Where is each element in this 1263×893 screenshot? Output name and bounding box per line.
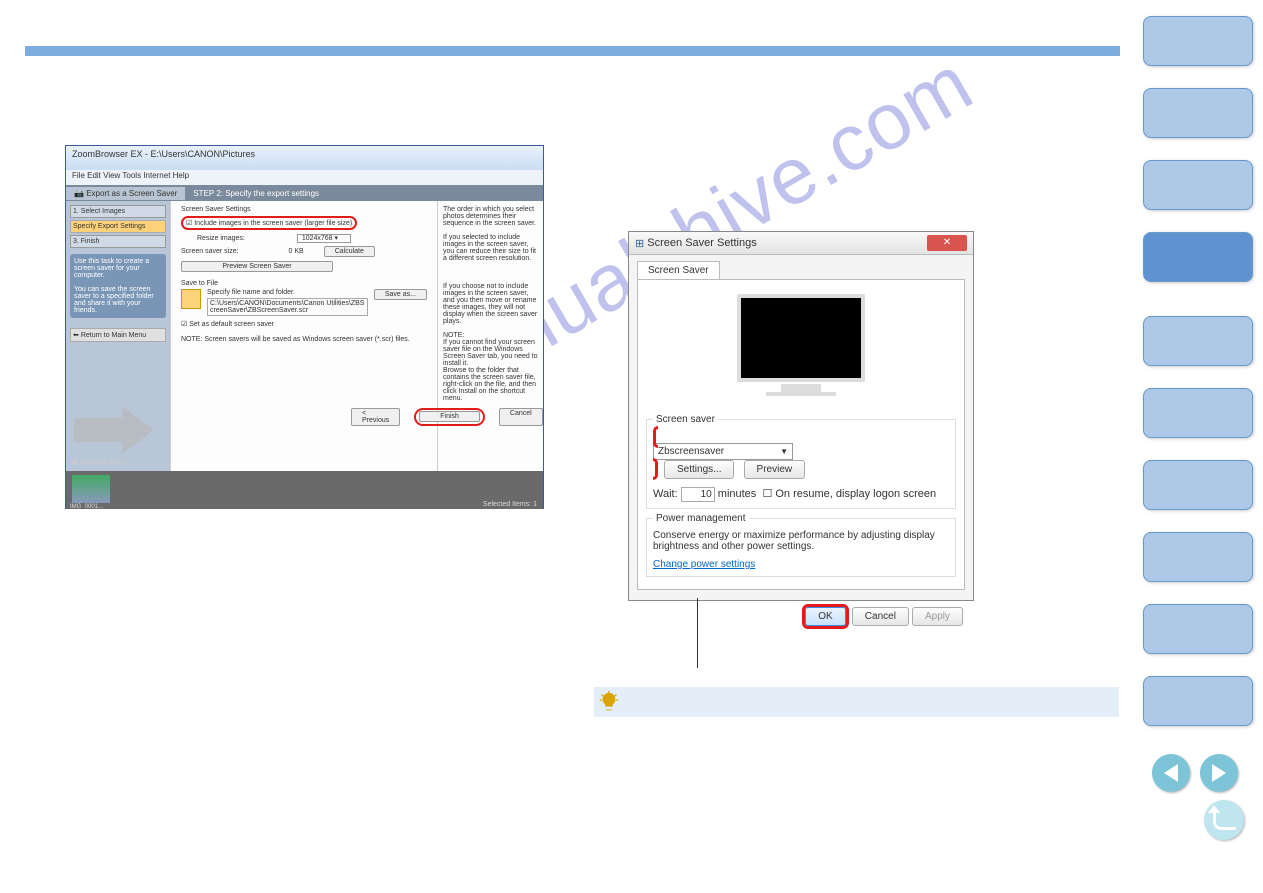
side-tab-7[interactable] — [1143, 460, 1253, 510]
zb-status: Selected Items: 1 — [483, 501, 537, 508]
ss-tab[interactable]: Screen Saver — [637, 261, 720, 279]
zb-section1-title: Screen Saver Settings — [181, 206, 427, 213]
zb-preview-button[interactable]: Preview Screen Saver — [181, 261, 333, 272]
zb-rtext2: If you selected to include images in the… — [443, 234, 538, 262]
zb-menubar[interactable]: File Edit View Tools Internet Help — [66, 170, 543, 185]
zb-note: NOTE: Screen savers will be saved as Win… — [181, 336, 427, 343]
screensaver-dialog: ⊞ Screen Saver Settings ✕ Screen Saver S… — [628, 231, 974, 601]
zb-step2[interactable]: Specify Export Settings — [70, 220, 166, 233]
next-page-button[interactable] — [1200, 754, 1238, 792]
folder-icon — [181, 289, 201, 309]
side-tab-1[interactable] — [1143, 16, 1253, 66]
ss-apply-button: Apply — [912, 607, 963, 626]
zb-left-panel: 1. Select Images Specify Export Settings… — [66, 201, 170, 471]
ss-wait-spinner[interactable]: 10 — [681, 487, 715, 502]
zb-return-main[interactable]: ⬅ Return to Main Menu — [70, 328, 166, 342]
zb-include-checkbox-highlight: ☑ Include images in the screen saver (la… — [181, 216, 357, 230]
zb-rnote: If you cannot find your screen saver fil… — [443, 339, 538, 402]
ss-resume-checkbox[interactable]: ☐ On resume, display logon screen — [762, 488, 936, 500]
zb-path-field[interactable]: C:\Users\CANON\Documents\Canon Utilities… — [207, 298, 368, 316]
zb-right-panel: The order in which you select photos det… — [438, 201, 543, 471]
side-tab-2[interactable] — [1143, 88, 1253, 138]
zb-hint1: Use this task to create a screen saver f… — [70, 254, 166, 318]
ss-cancel-button[interactable]: Cancel — [852, 607, 909, 626]
ss-monitor-preview — [726, 294, 876, 404]
zb-step1[interactable]: 1. Select Images — [70, 205, 166, 218]
side-tab-3[interactable] — [1143, 160, 1253, 210]
zb-resize-label: Resize images: — [197, 235, 245, 242]
zb-setdefault-checkbox[interactable]: ☑ Set as default screen saver — [181, 320, 427, 328]
zb-rtext1: The order in which you select photos det… — [443, 206, 538, 227]
zb-header-right: STEP 2: Specify the export settings — [185, 187, 327, 200]
ss-screensaver-dropdown[interactable]: Zbscreensaver▼ — [653, 443, 793, 460]
zb-include-checkbox[interactable]: ☑ Include images in the screen saver (la… — [186, 220, 352, 227]
ss-ok-button[interactable]: OK — [805, 607, 845, 626]
prev-page-button[interactable] — [1152, 754, 1190, 792]
zb-selected-label: ▣ Selected Items — [71, 458, 126, 466]
zb-size-value: 0 KB — [289, 248, 304, 255]
callout-line-1 — [697, 598, 698, 668]
ss-wait-unit: minutes — [718, 488, 757, 500]
task-arrow-graphic — [74, 400, 154, 460]
header-divider — [25, 46, 1120, 56]
zb-size-label: Screen saver size: — [181, 248, 239, 255]
ss-settings-button[interactable]: Settings... — [664, 460, 734, 479]
zb-finish-button[interactable]: Finish — [419, 411, 480, 422]
side-tab-4-active[interactable] — [1143, 232, 1253, 282]
ss-group-power: Power management Conserve energy or maxi… — [646, 513, 956, 577]
zb-bottom-tray: ▣ Selected Items IMG_0001... Selected It… — [66, 471, 543, 509]
zb-center-panel: Screen Saver Settings ☑ Include images i… — [170, 201, 438, 471]
hint-box — [594, 687, 1119, 717]
close-icon[interactable]: ✕ — [927, 235, 967, 251]
ss-group2-legend: Power management — [653, 513, 749, 524]
ss-group1-legend: Screen saver — [653, 414, 718, 425]
zb-finish-highlight: Finish — [414, 408, 485, 426]
zb-savefile-label: Specify file name and folder. — [207, 289, 368, 296]
side-tab-10[interactable] — [1143, 676, 1253, 726]
zb-step-header: 📷 Export as a Screen Saver STEP 2: Speci… — [66, 185, 543, 201]
zb-cancel-button[interactable]: Cancel — [499, 408, 543, 426]
zb-section2-title: Save to File — [181, 280, 427, 287]
ss-ok-highlight: OK — [802, 604, 848, 629]
zb-calculate-button[interactable]: Calculate — [324, 246, 375, 257]
side-tab-9[interactable] — [1143, 604, 1253, 654]
side-tab-5[interactable] — [1143, 316, 1253, 366]
ss-pm-text: Conserve energy or maximize performance … — [653, 530, 949, 552]
zb-rtext3: If you choose not to include images in t… — [443, 283, 538, 325]
ss-pm-link[interactable]: Change power settings — [653, 559, 755, 570]
zb-rnote-head: NOTE: — [443, 332, 538, 339]
ss-group-screensaver: Screen saver Zbscreensaver▼ Settings... … — [646, 414, 956, 509]
zb-saveas-button[interactable]: Save as... — [374, 289, 427, 300]
lightbulb-icon — [598, 691, 620, 719]
return-button[interactable] — [1204, 800, 1244, 840]
zb-header-left: 📷 Export as a Screen Saver — [66, 187, 185, 200]
zb-step3[interactable]: 3. Finish — [70, 235, 166, 248]
zb-previous-button[interactable]: < Previous — [351, 408, 400, 426]
ss-wait-label: Wait: — [653, 488, 678, 500]
ss-preview-button[interactable]: Preview — [744, 460, 806, 479]
zb-thumbnail[interactable] — [72, 475, 110, 503]
zb-thumb-name: IMG_0001... — [70, 504, 103, 510]
zb-titlebar: ZoomBrowser EX - E:\Users\CANON\Pictures — [66, 146, 543, 170]
ss-title: Screen Saver Settings — [647, 237, 756, 249]
zoombrowser-window: ZoomBrowser EX - E:\Users\CANON\Pictures… — [65, 145, 544, 509]
side-tab-6[interactable] — [1143, 388, 1253, 438]
zb-resize-dropdown[interactable]: 1024x768 ▾ — [297, 234, 351, 243]
side-tab-8[interactable] — [1143, 532, 1253, 582]
